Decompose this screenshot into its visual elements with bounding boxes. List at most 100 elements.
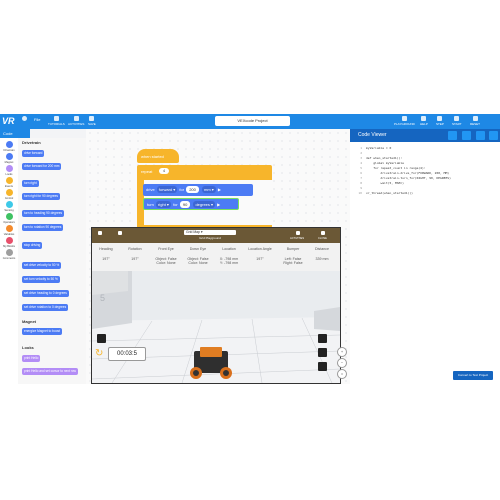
palette-block[interactable]: set drive heading to 0 degrees <box>22 290 69 297</box>
palette-block-print-next-row[interactable]: print Hello and set cursor to next row <box>22 368 78 375</box>
turn-angle-input[interactable]: 90 <box>179 201 191 208</box>
stat-bumper: Bumper Left: False Right: False <box>283 247 303 265</box>
help-icon <box>421 116 427 121</box>
category-looks[interactable]: Looks <box>2 165 16 176</box>
palette-block[interactable]: stop driving <box>22 242 43 249</box>
svg-text:5: 5 <box>100 293 105 303</box>
start-button[interactable]: START <box>452 116 462 126</box>
code-text: myVariable = 0 def when_started1(): globa… <box>366 146 451 196</box>
zoom-in-icon[interactable]: + <box>337 347 347 357</box>
drive-distance-input[interactable]: 200 <box>186 186 199 193</box>
activities-label: ACTIVITIES <box>290 237 305 240</box>
category-variables[interactable]: Variables <box>2 225 16 236</box>
sensor-icon[interactable] <box>462 131 471 140</box>
line-numbers: 1 2 3 4 5 6 7 8 9 10 <box>358 146 362 195</box>
pen-icon[interactable] <box>118 231 122 235</box>
tutorials-button[interactable]: TUTORIALS <box>48 116 65 126</box>
looks-section-title: Looks <box>22 345 34 350</box>
camera-icon[interactable] <box>98 231 102 235</box>
vexcode-vr-app: VR File TUTORIALS ACTIVITIES SAVE VEXcod… <box>0 114 500 384</box>
view-top-button[interactable] <box>318 334 327 343</box>
playground-scene-graphic: 5 <box>92 271 340 383</box>
palette-block[interactable]: drive forward <box>22 150 45 157</box>
step-icon <box>437 116 443 121</box>
step-button[interactable]: STEP <box>436 116 444 126</box>
when-started-block[interactable]: when started <box>137 149 179 163</box>
palette-block[interactable]: set drive velocity to 50 % <box>22 262 62 269</box>
palette-block[interactable]: turn right <box>22 180 39 187</box>
timer-display: 00:03:5 <box>108 347 146 361</box>
category-drivetrain[interactable]: Drivetrain <box>2 141 16 152</box>
category-control[interactable]: Control <box>2 189 16 200</box>
close-icon[interactable] <box>321 231 325 235</box>
category-dot-icon <box>5 165 13 172</box>
tutorials-icon <box>53 116 59 121</box>
turn-unit-dropdown[interactable]: degrees ▾ <box>193 201 216 208</box>
file-menu[interactable]: File <box>34 118 40 122</box>
turn-for-block[interactable]: turn right ▾ for 90 degrees ▾ ▶ <box>143 198 239 210</box>
reset-button[interactable]: RESET <box>470 116 480 126</box>
drive-direction-dropdown[interactable]: forward ▾ <box>156 186 178 193</box>
category-comments[interactable]: Comments <box>2 249 16 260</box>
view-aligned-button[interactable] <box>318 362 327 371</box>
stat-rotation: Rotation 197° <box>128 247 142 261</box>
activities-icon[interactable] <box>296 231 300 235</box>
category-dot-icon <box>5 153 13 160</box>
code-toggle-icon[interactable] <box>448 131 457 140</box>
repeat-count-input[interactable]: 4 <box>159 168 169 174</box>
code-viewer-header: Code Viewer <box>350 129 500 142</box>
block-palette: Drivetrain drive forward drive forward fo… <box>18 138 87 384</box>
category-my-blocks[interactable]: My Blocks <box>2 237 16 248</box>
palette-block[interactable]: set turn velocity to 50 % <box>22 276 60 283</box>
zoom-out-icon[interactable]: − <box>337 358 347 368</box>
zoom-reset-icon[interactable]: = <box>337 369 347 379</box>
palette-block[interactable]: drive forward for 200 mm <box>22 163 62 170</box>
code-viewer-title: Code Viewer <box>358 132 387 138</box>
category-sidebar: Code Drivetrain Magnet Looks Events Control S… <box>0 129 30 384</box>
globe-icon[interactable] <box>22 116 27 122</box>
palette-block[interactable]: turn to heading 90 degrees <box>22 210 65 217</box>
category-events[interactable]: Events <box>2 177 16 188</box>
palette-block[interactable]: set drive rotation to 0 degrees <box>22 304 69 311</box>
convert-to-text-button[interactable]: Convert to Text Project <box>453 371 493 380</box>
playground-selector[interactable]: Grid Map ▾ <box>184 230 236 235</box>
3d-playground-view[interactable]: 5 <box>92 271 340 383</box>
category-operators[interactable]: Operators <box>2 213 16 224</box>
palette-block[interactable]: turn right for 90 degrees <box>22 193 61 200</box>
category-dot-icon <box>5 213 13 220</box>
help-icon[interactable] <box>476 131 485 140</box>
close-label: CLOSE <box>318 237 327 240</box>
repeat-label: repeat <box>141 169 153 174</box>
play-arrow-icon[interactable]: ▶ <box>218 187 221 192</box>
stat-front-eye: Front Eye Object: False Color: None <box>155 247 177 265</box>
palette-block-print[interactable]: print Hello <box>22 355 41 362</box>
fullscreen-button[interactable] <box>97 334 106 343</box>
category-dot-icon <box>5 237 13 244</box>
code-tab[interactable]: Code <box>0 129 30 138</box>
stat-down-eye: Down Eye Object: False Color: None <box>187 247 209 265</box>
palette-block-energize[interactable]: energize Magnet to boost <box>22 328 62 335</box>
project-name-field[interactable]: VEXcode Project <box>215 116 290 126</box>
reset-icon[interactable]: ↻ <box>95 349 105 359</box>
palette-block[interactable]: turn to rotation 90 degrees <box>22 224 64 231</box>
drive-unit-dropdown[interactable]: mm ▾ <box>202 186 216 193</box>
view-side-button[interactable] <box>318 348 327 357</box>
playground-window: Grid Map ▾ Grid Playground ACTIVITIES CL… <box>91 227 341 384</box>
play-arrow-icon[interactable]: ▶ <box>217 202 220 207</box>
save-button[interactable]: SAVE <box>88 116 96 126</box>
playground-button[interactable]: PLAYGROUND <box>394 116 415 126</box>
drivetrain-section-title: Drivetrain <box>22 140 41 145</box>
fullscreen-icon[interactable] <box>489 131 498 140</box>
stat-location: Location X: -798 mm Y: -798 mm <box>219 247 239 265</box>
category-dot-icon <box>5 225 13 232</box>
category-magnet[interactable]: Magnet <box>2 153 16 164</box>
category-sensing[interactable]: Sensing <box>2 201 16 212</box>
save-icon <box>89 116 95 121</box>
top-menu-bar: VR File TUTORIALS ACTIVITIES SAVE VEXcod… <box>0 114 500 129</box>
activities-button[interactable]: ACTIVITIES <box>68 116 84 126</box>
activities-icon <box>73 116 79 121</box>
playground-name: Grid Playground <box>199 236 221 240</box>
turn-direction-dropdown[interactable]: right ▾ <box>156 201 171 208</box>
drive-for-block[interactable]: drive forward ▾ for 200 mm ▾ ▶ <box>143 184 253 196</box>
help-button[interactable]: HELP <box>420 116 428 126</box>
